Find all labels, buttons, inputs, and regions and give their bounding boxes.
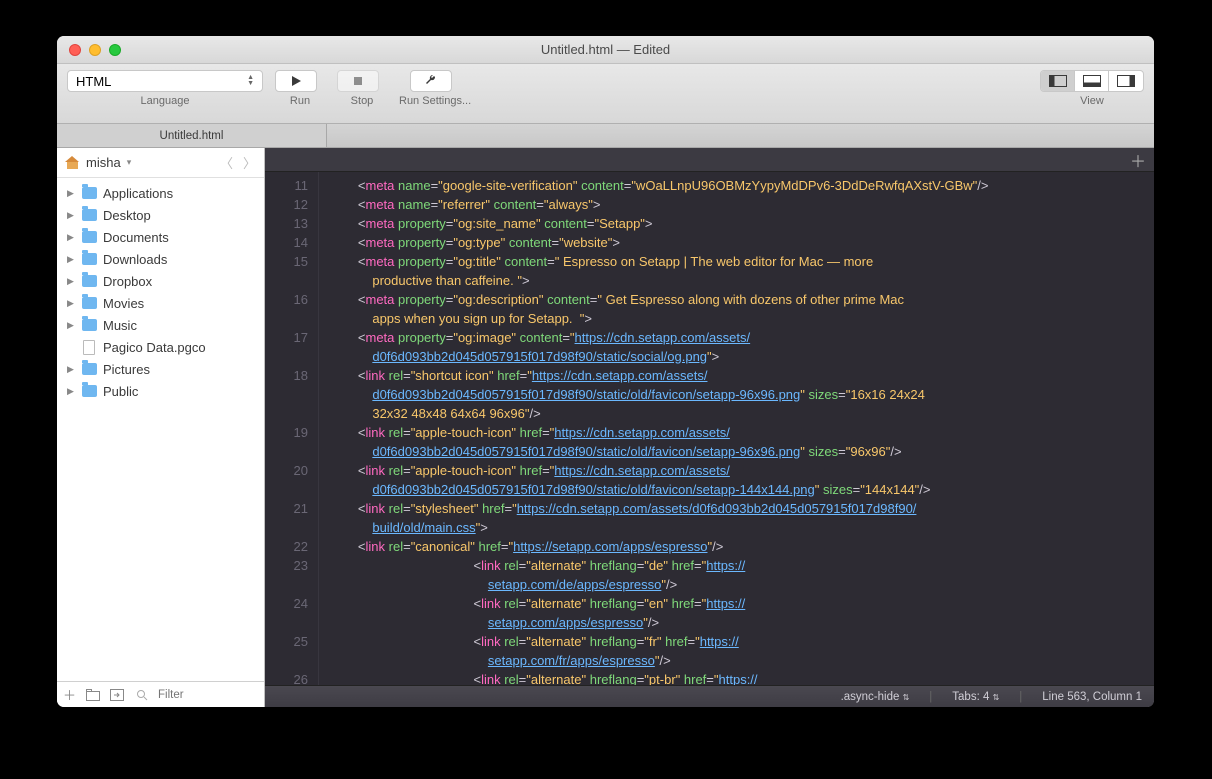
statusbar: .async-hide ⇅ | Tabs: 4 ⇅ | Line 563, Co… <box>265 685 1154 707</box>
minimize-button[interactable] <box>89 44 101 56</box>
folder-icon <box>81 207 97 223</box>
search-icon <box>136 689 148 701</box>
folder-icon <box>81 251 97 267</box>
code-body[interactable]: <meta name="google-site-verification" co… <box>319 172 1154 685</box>
toolbar: HTML ▲▼ Language Run Stop <box>57 64 1154 124</box>
tab-label: Untitled.html <box>160 130 224 142</box>
editor-tabbar: ＋ <box>265 148 1154 172</box>
nav-back-button[interactable]: 〈 <box>220 153 233 172</box>
folder-icon <box>81 185 97 201</box>
folder-icon <box>81 229 97 245</box>
chevron-down-icon: ▾ <box>127 157 132 168</box>
file-tree-item-label: Music <box>103 318 137 333</box>
file-tabbar: Untitled.html <box>57 124 1154 148</box>
disclosure-arrow-icon[interactable]: ▶ <box>67 188 75 199</box>
code-area[interactable]: 1112131415161718192021222324252627 <meta… <box>265 172 1154 685</box>
file-tree-item[interactable]: ▶ Dropbox <box>57 270 264 292</box>
select-arrows-icon: ▲▼ <box>247 75 254 87</box>
folder-icon <box>81 383 97 399</box>
disclosure-arrow-icon[interactable]: ▶ <box>67 254 75 265</box>
file-icon <box>81 339 97 355</box>
editor: ＋ 1112131415161718192021222324252627 <me… <box>265 148 1154 707</box>
app-window: Untitled.html — Edited HTML ▲▼ Language … <box>57 36 1154 707</box>
breadcrumb: misha ▾ 〈 〉 <box>57 148 264 178</box>
panel-left-icon <box>1049 75 1067 87</box>
file-tree-item[interactable]: ▶ Documents <box>57 226 264 248</box>
folder-icon <box>81 361 97 377</box>
close-button[interactable] <box>69 44 81 56</box>
disclosure-arrow-icon[interactable]: ▶ <box>67 298 75 309</box>
file-tree-item[interactable]: ▶ Movies <box>57 292 264 314</box>
file-tree-item[interactable]: ▶ Applications <box>57 182 264 204</box>
gutter: 1112131415161718192021222324252627 <box>265 172 319 685</box>
language-value: HTML <box>76 74 111 89</box>
runsettings-button[interactable] <box>410 70 452 92</box>
file-tree-item[interactable]: Pagico Data.pgco <box>57 336 264 358</box>
language-label: Language <box>141 95 190 107</box>
file-tree-item[interactable]: ▶ Desktop <box>57 204 264 226</box>
folder-icon <box>81 273 97 289</box>
view-segmented <box>1040 70 1144 92</box>
file-tree-item-label: Pictures <box>103 362 150 377</box>
panel-bottom-icon <box>1083 75 1101 87</box>
disclosure-arrow-icon[interactable]: ▶ <box>67 276 75 287</box>
file-tree-item[interactable]: ▶ Pictures <box>57 358 264 380</box>
panel-right-icon <box>1117 75 1135 87</box>
view-label: View <box>1080 95 1104 107</box>
stop-button[interactable] <box>337 70 379 92</box>
breadcrumb-path[interactable]: misha ▾ <box>65 155 131 170</box>
file-tree-item[interactable]: ▶ Public <box>57 380 264 402</box>
file-tree-item-label: Dropbox <box>103 274 152 289</box>
status-scope[interactable]: .async-hide ⇅ <box>841 691 910 703</box>
play-icon <box>290 75 302 87</box>
status-tabs[interactable]: Tabs: 4 ⇅ <box>952 691 999 703</box>
file-tree-item-label: Documents <box>103 230 169 245</box>
home-icon <box>65 156 80 169</box>
disclosure-arrow-icon[interactable]: ▶ <box>67 386 75 397</box>
status-position[interactable]: Line 563, Column 1 <box>1042 691 1142 703</box>
file-tree-item-label: Pagico Data.pgco <box>103 340 206 355</box>
window-title: Untitled.html — Edited <box>57 42 1154 57</box>
runsettings-label: Run Settings... <box>399 95 471 107</box>
view-sidebar-right[interactable] <box>1109 71 1143 91</box>
titlebar[interactable]: Untitled.html — Edited <box>57 36 1154 64</box>
view-panel-bottom[interactable] <box>1075 71 1109 91</box>
file-tree[interactable]: ▶ Applications ▶ Desktop ▶ Documents ▶ Download… <box>57 178 264 681</box>
new-folder-icon[interactable] <box>86 689 100 701</box>
file-tree-item[interactable]: ▶ Downloads <box>57 248 264 270</box>
add-icon[interactable]: ＋ <box>63 685 76 704</box>
content-area: misha ▾ 〈 〉 ▶ Applications ▶ Desktop ▶ Docume… <box>57 148 1154 707</box>
run-label: Run <box>290 95 310 107</box>
tab-untitled[interactable]: Untitled.html <box>57 124 327 147</box>
file-tree-item-label: Desktop <box>103 208 151 223</box>
folder-icon <box>81 295 97 311</box>
sidebar: misha ▾ 〈 〉 ▶ Applications ▶ Desktop ▶ Docume… <box>57 148 265 707</box>
language-select[interactable]: HTML ▲▼ <box>67 70 263 92</box>
disclosure-arrow-icon[interactable]: ▶ <box>67 232 75 243</box>
run-button[interactable] <box>275 70 317 92</box>
view-sidebar-left[interactable] <box>1041 71 1075 91</box>
breadcrumb-user: misha <box>86 155 121 170</box>
traffic-lights <box>57 44 121 56</box>
file-tree-item-label: Movies <box>103 296 144 311</box>
sidebar-footer: ＋ <box>57 681 264 707</box>
disclosure-arrow-icon[interactable]: ▶ <box>67 364 75 375</box>
folder-icon <box>81 317 97 333</box>
file-tree-item-label: Public <box>103 384 138 399</box>
zoom-button[interactable] <box>109 44 121 56</box>
disclosure-arrow-icon[interactable]: ▶ <box>67 210 75 221</box>
file-tree-item-label: Downloads <box>103 252 167 267</box>
file-tree-item[interactable]: ▶ Music <box>57 314 264 336</box>
stop-icon <box>353 76 363 86</box>
collapse-icon[interactable] <box>110 689 124 701</box>
nav-forward-button[interactable]: 〉 <box>243 153 256 172</box>
stop-label: Stop <box>351 95 374 107</box>
disclosure-arrow-icon[interactable]: ▶ <box>67 320 75 331</box>
new-tab-button[interactable]: ＋ <box>1130 148 1146 172</box>
file-tree-item-label: Applications <box>103 186 173 201</box>
wrench-icon <box>424 74 438 88</box>
